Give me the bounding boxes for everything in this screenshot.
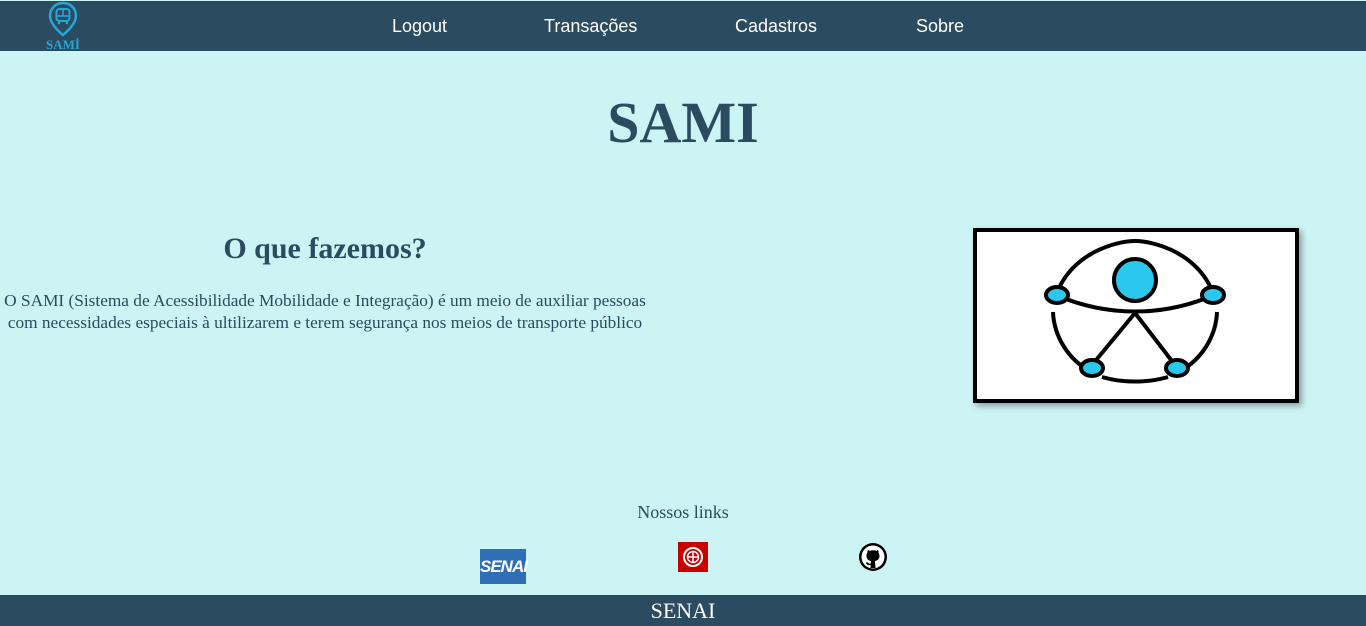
navbar: SAMİ Logout Transações Cadastros Sobre (0, 1, 1366, 52)
accessibility-image (973, 228, 1299, 403)
nav-about[interactable]: Sobre (916, 16, 964, 37)
github-logo[interactable] (858, 542, 888, 572)
app-logo[interactable]: SAMİ (40, 1, 86, 52)
sesi-logo[interactable] (678, 542, 708, 572)
bus-pin-icon (48, 1, 78, 37)
links-label: Nossos links (637, 502, 729, 522)
github-icon (859, 543, 887, 571)
logo-text: SAMİ (46, 37, 80, 52)
section-description: O SAMI (Sistema de Acessibilidade Mobili… (4, 291, 646, 332)
accessibility-icon (1044, 238, 1226, 384)
footer-text: SENAI (650, 598, 716, 623)
nav-registrations[interactable]: Cadastros (735, 16, 817, 37)
nav-logout[interactable]: Logout (392, 16, 447, 37)
senai-logo[interactable]: SENAI (480, 549, 528, 584)
nav-transactions[interactable]: Transações (544, 16, 637, 37)
section-heading: O que fazemos? (223, 232, 427, 265)
page-title: SAMI (607, 90, 759, 155)
sesi-icon (683, 547, 703, 567)
footer: SENAI (0, 595, 1366, 626)
